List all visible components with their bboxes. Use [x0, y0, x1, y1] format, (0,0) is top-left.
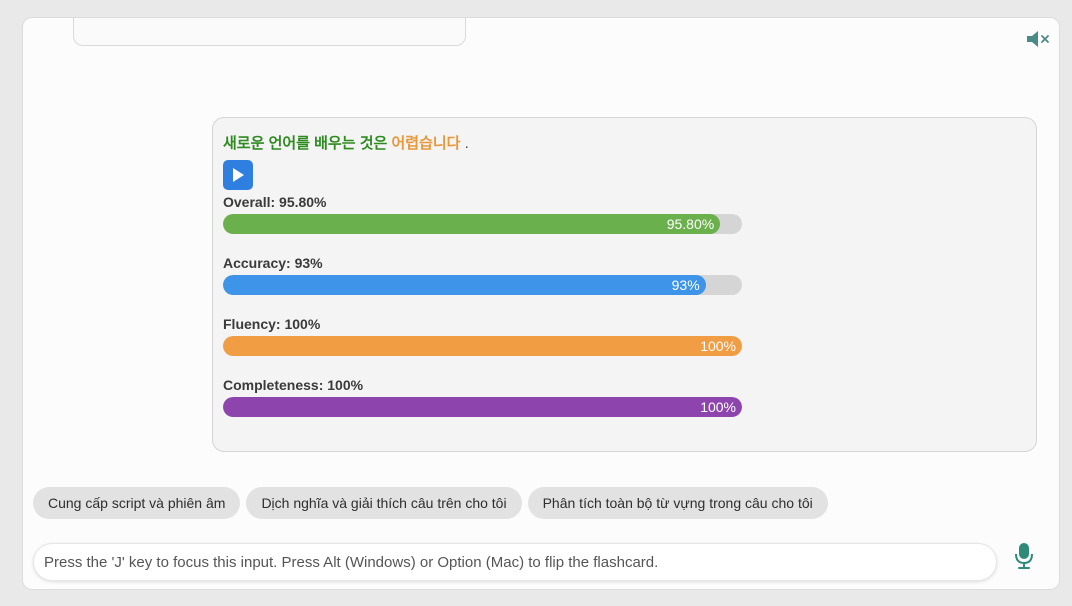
sentence: 새로운 언어를 배우는 것은 어렵습니다 . — [223, 132, 469, 153]
chat-input[interactable] — [33, 543, 997, 581]
fluency-label: Fluency: 100% — [223, 316, 321, 332]
accuracy-label: Accuracy: 93% — [223, 255, 323, 271]
play-audio-button[interactable] — [223, 160, 253, 190]
chat-panel: 새로운 언어를 배우는 것은 어렵습니다 . Overall: 95.80% 9… — [22, 17, 1060, 590]
completeness-label: Completeness: 100% — [223, 377, 364, 393]
overall-label: Overall: 95.80% — [223, 194, 327, 210]
suggestion-translate-button[interactable]: Dịch nghĩa và giải thích câu trên cho tô… — [246, 487, 522, 519]
completeness-value: 100% — [700, 399, 736, 415]
play-icon — [233, 168, 244, 182]
sentence-correct-part: 새로운 언어를 배우는 것은 — [223, 135, 388, 152]
fluency-fill: 100% — [223, 336, 742, 356]
overall-fill: 95.80% — [223, 214, 721, 234]
fluency-bar: 100% — [223, 336, 742, 356]
fluency-value: 100% — [700, 338, 736, 354]
accuracy-value: 93% — [671, 277, 700, 293]
completeness-bar: 100% — [223, 397, 742, 417]
completeness-fill: 100% — [223, 397, 742, 417]
accuracy-fill: 93% — [223, 275, 706, 295]
suggestion-vocabulary-button[interactable]: Phân tích toàn bộ từ vựng trong câu cho … — [527, 487, 828, 519]
sentence-mispronounced-part[interactable]: 어렵습니다 — [391, 135, 460, 152]
overall-value: 95.80% — [666, 216, 715, 232]
suggestion-chips: Cung cấp script và phiên âm Dịch nghĩa v… — [33, 487, 828, 519]
previous-message-card — [73, 17, 466, 46]
overall-bar: 95.80% — [223, 214, 742, 234]
speaker-muted-icon[interactable] — [1025, 28, 1053, 50]
accuracy-bar: 93% — [223, 275, 742, 295]
previous-progress-bar — [94, 17, 449, 18]
suggestion-script-button[interactable]: Cung cấp script và phiên âm — [33, 487, 241, 519]
pronunciation-result-card: 새로운 언어를 배우는 것은 어렵습니다 . Overall: 95.80% 9… — [212, 117, 1037, 452]
microphone-icon[interactable] — [1013, 542, 1035, 570]
sentence-punctuation: . — [464, 135, 469, 152]
